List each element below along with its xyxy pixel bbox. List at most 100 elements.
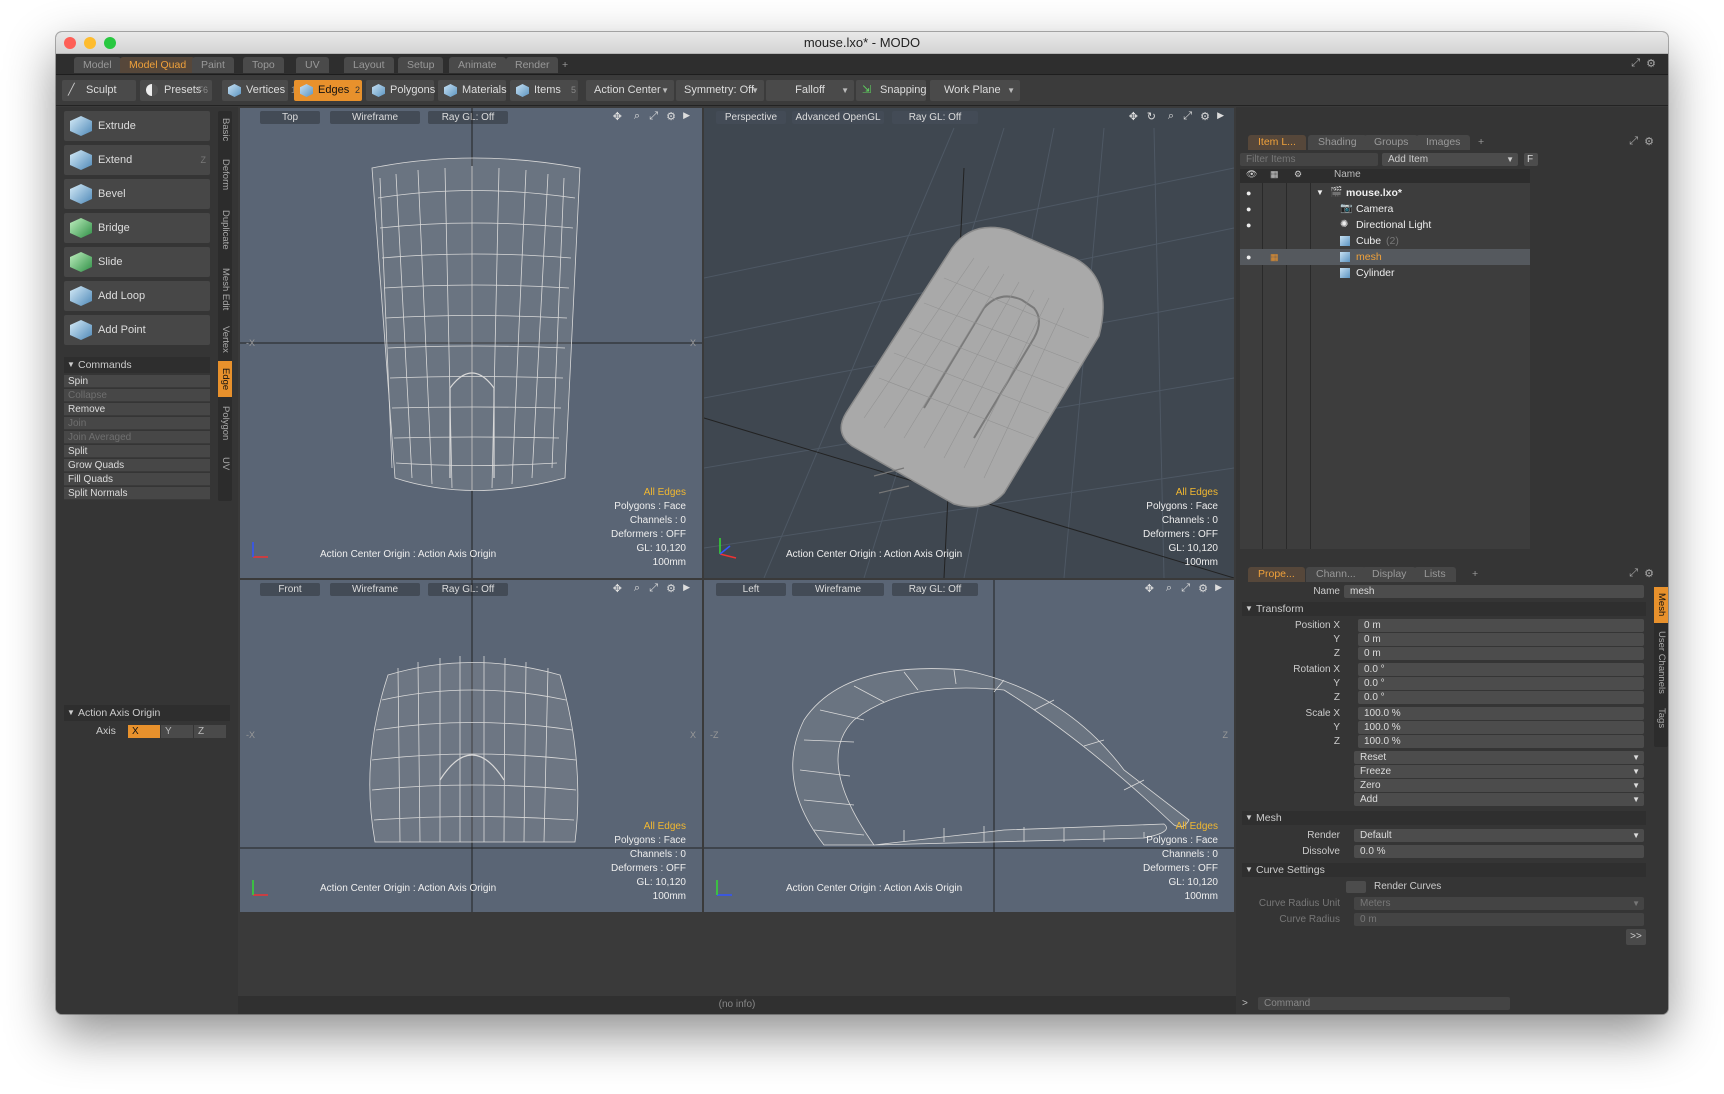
tab-model[interactable]: Model [74,57,121,73]
extrude-button[interactable]: Extrude [64,111,210,141]
position-y-input[interactable]: 0 m [1358,633,1644,646]
rotation-x-input[interactable]: 0.0 ° [1358,663,1644,676]
tab-images[interactable]: Images [1416,135,1471,150]
sculpt-button[interactable]: ╱ Sculpt [62,80,136,101]
minimize-button[interactable] [84,37,96,49]
more-button[interactable]: >> [1626,929,1646,945]
vtab-user-channels[interactable]: User Channels [1654,625,1668,699]
render-dropdown[interactable]: Default ▼ [1354,829,1644,842]
freeze-dropdown[interactable]: Freeze ▼ [1354,765,1644,778]
extend-button[interactable]: Extend Z [64,145,210,175]
tree-item-directional-light[interactable]: ● ✺ Directional Light [1240,217,1530,233]
eye-icon[interactable]: ● [1246,201,1251,217]
scale-y-input[interactable]: 100.0 % [1358,721,1644,734]
items-mode-button[interactable]: Items 5 [510,80,578,101]
tree-item-camera[interactable]: ● 📷 Camera [1240,201,1530,217]
eye-icon[interactable]: ● [1246,185,1251,201]
tab-topo[interactable]: Topo [243,57,284,73]
tab-layout[interactable]: Layout [344,57,394,73]
symmetry-dropdown[interactable]: Symmetry: Off ▼ [676,80,764,101]
tab-animate[interactable]: Animate [449,57,506,73]
vtab-mesh[interactable]: Mesh [1654,587,1668,623]
presets-button[interactable]: Presets F6 [140,80,212,101]
vtab-deform[interactable]: Deform [218,151,232,199]
vtab-mesh-edit[interactable]: Mesh Edit [218,261,232,317]
vtab-tags[interactable]: Tags [1654,701,1668,735]
tab-paint[interactable]: Paint [192,57,234,73]
edges-mode-button[interactable]: Edges 2 [294,80,362,101]
curve-radius-unit-dropdown[interactable]: Meters ▼ [1354,897,1644,910]
spin-command[interactable]: Spin [64,375,210,388]
viewport-perspective[interactable]: Perspective Advanced OpenGL Ray GL: Off … [704,108,1234,578]
tab-properties[interactable]: Prope... [1248,567,1305,582]
gear-icon[interactable]: ⚙ [1644,567,1654,580]
curve-settings-section-header[interactable]: ▼ Curve Settings [1242,863,1646,877]
disclosure-triangle-icon[interactable]: ▼ [1316,185,1324,201]
add-panel-tab[interactable]: + [1462,567,1488,582]
split-command[interactable]: Split [64,445,210,458]
axis-y-toggle[interactable]: Y [161,725,193,738]
filter-items-input[interactable]: Filter Items [1240,153,1378,166]
render-curves-checkbox[interactable] [1346,881,1366,893]
gear-icon[interactable]: ⚙ [1644,135,1654,148]
tab-groups[interactable]: Groups [1364,135,1419,150]
collapse-command[interactable]: Collapse [64,389,210,402]
viewport-top[interactable]: Top Wireframe Ray GL: Off ✥ ⌕ ⤢ ⚙ ▶ All … [240,108,702,578]
command-input[interactable]: Command [1258,997,1510,1010]
tree-item-scene[interactable]: ● ▼ 🎬 mouse.lxo* [1240,185,1530,201]
commands-header[interactable]: ▼ Commands [64,357,210,373]
add-item-dropdown[interactable]: Add Item ▼ [1382,153,1518,166]
split-normals-command[interactable]: Split Normals [64,487,210,500]
curve-radius-input[interactable]: 0 m [1354,913,1644,926]
viewport-front[interactable]: Front Wireframe Ray GL: Off ✥ ⌕ ⤢ ⚙ ▶ Al… [240,580,702,912]
vtab-polygon[interactable]: Polygon [218,399,232,447]
add-dropdown[interactable]: Add ▼ [1354,793,1644,806]
position-z-input[interactable]: 0 m [1358,647,1644,660]
polygons-mode-button[interactable]: Polygons [366,80,435,101]
scale-x-input[interactable]: 100.0 % [1358,707,1644,720]
bridge-button[interactable]: Bridge [64,213,210,243]
maximize-button[interactable] [104,37,116,49]
transform-section-header[interactable]: ▼ Transform [1242,602,1646,616]
rotation-z-input[interactable]: 0.0 ° [1358,691,1644,704]
expand-icon[interactable]: ⤢ [1629,135,1638,148]
position-x-input[interactable]: 0 m [1358,619,1644,632]
remove-command[interactable]: Remove [64,403,210,416]
scale-z-input[interactable]: 100.0 % [1358,735,1644,748]
tab-uv[interactable]: UV [296,57,329,73]
action-center-dropdown[interactable]: Action Center ▼ [586,80,674,101]
lock-icon[interactable]: ▦ [1270,249,1279,265]
add-loop-button[interactable]: Add Loop [64,281,210,311]
tab-lists[interactable]: Lists [1414,567,1456,582]
expand-icon[interactable]: ⤢ [1629,567,1638,580]
grow-quads-command[interactable]: Grow Quads [64,459,210,472]
name-input[interactable]: mesh [1344,585,1644,598]
join-command[interactable]: Join [64,417,210,430]
axis-z-toggle[interactable]: Z [194,725,226,738]
vtab-duplicate[interactable]: Duplicate [218,201,232,259]
viewport-left[interactable]: Left Wireframe Ray GL: Off ✥ ⌕ ⤢ ⚙ ▶ All… [704,580,1234,912]
axis-x-toggle[interactable]: X [128,725,160,738]
dissolve-input[interactable]: 0.0 % [1354,845,1644,858]
eye-icon[interactable]: ● [1246,249,1251,265]
tab-item-list[interactable]: Item L... [1248,135,1306,150]
tab-shading[interactable]: Shading [1308,135,1367,150]
slide-button[interactable]: Slide [64,247,210,277]
vtab-uv[interactable]: UV [218,451,232,477]
work-plane-dropdown[interactable]: Work Plane ▼ [930,80,1020,101]
name-column-header[interactable]: Name [1334,169,1361,180]
close-button[interactable] [64,37,76,49]
zero-dropdown[interactable]: Zero ▼ [1354,779,1644,792]
tab-model-quad[interactable]: Model Quad [120,57,196,73]
falloff-dropdown[interactable]: Falloff ▼ [766,80,854,101]
tab-render[interactable]: Render [506,57,559,73]
tab-display[interactable]: Display [1362,567,1417,582]
vtab-vertex[interactable]: Vertex [218,319,232,359]
filter-f-button[interactable]: F [1524,153,1538,166]
materials-mode-button[interactable]: Materials [438,80,507,101]
mesh-section-header[interactable]: ▼ Mesh [1242,811,1646,825]
vtab-basic[interactable]: Basic [218,111,232,149]
add-panel-tab[interactable]: + [1468,135,1494,150]
tab-setup[interactable]: Setup [398,57,444,73]
eye-icon[interactable]: ● [1246,217,1251,233]
